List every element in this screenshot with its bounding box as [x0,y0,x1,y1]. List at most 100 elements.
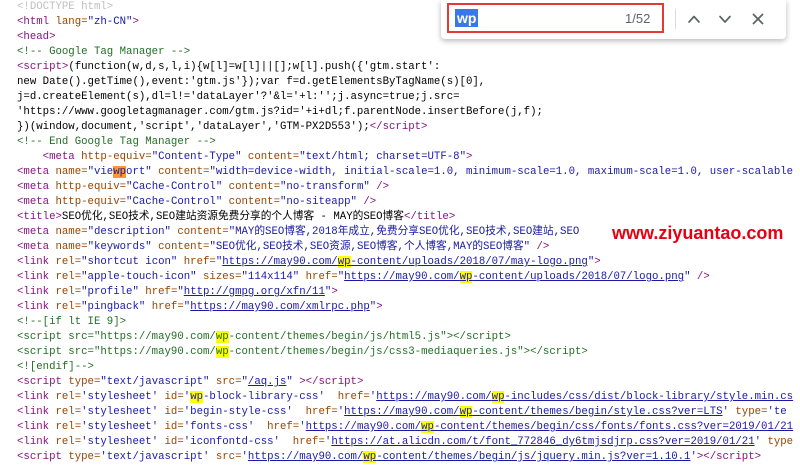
link-token[interactable]: https://may90.com/wp-includes/css/dist/b… [376,391,793,403]
find-match-count: 1/52 [625,11,651,26]
attr-value-token: 'iconfontd-css' [183,436,280,448]
attr-value-token: "viewport" [87,166,152,178]
attr-value-token: "zh-CN" [87,16,133,28]
link-token[interactable]: https://may90.com/xmlrpc.php [190,301,370,313]
text-token: })(window,document,'script','dataLayer',… [17,121,370,133]
attr-name-token: type= [68,451,101,463]
tag-token: /> [369,181,390,193]
source-line: <!--[if lt IE 9]> [17,315,800,330]
close-find-button[interactable] [745,6,771,32]
find-match: wp [337,256,351,268]
text-token: SEO优化,SEO技术,SEO建站资源免费分享的个人博客 - MAY的SEO博客 [61,211,404,223]
link-token[interactable]: https://may90.com/wp-content/themes/begi… [306,421,793,433]
find-match: wp [363,451,377,463]
tag-token: ></script> [696,451,762,463]
find-query[interactable]: wp [455,9,479,27]
source-line: })(window,document,'script','dataLayer',… [17,120,800,135]
attr-value-token: "Cache-Control" [126,196,223,208]
attr-value-token: "width=device-width, initial-scale=1.0, … [209,166,794,178]
find-match: wp [190,391,204,403]
tag-token: /> [530,241,550,253]
attr-name-token: rel= [55,391,82,403]
link-token[interactable]: https://at.alicdn.com/t/font_772846_dy6t… [331,436,754,448]
source-line: j=d.createElement(s),dl=l!='dataLayer'?'… [17,90,800,105]
tag-token: <title> [17,211,62,223]
find-separator [675,9,676,29]
link-token[interactable]: https://may90.com/wp-content/uploads/201… [222,256,588,268]
next-match-button[interactable] [712,6,738,32]
attr-name-token: src= [209,451,242,463]
tag-token: <meta [42,151,82,163]
attr-name-token: rel= [55,406,82,418]
close-icon [752,13,764,25]
attr-name-token: http-equiv= [55,196,127,208]
tag-token: > [376,301,383,313]
link-token[interactable]: https://may90.com/wp-content/themes/begi… [248,451,690,463]
attr-name-token: rel= [55,286,82,298]
attr-name-token: rel= [55,271,82,283]
source-line: <link rel='stylesheet' id='begin-style-c… [17,405,800,420]
tag-token: <head> [17,31,56,43]
attr-name-token: href= [145,301,184,313]
find-bar: wp 1/52 [441,0,786,39]
attr-name-token: rel= [55,436,82,448]
source-line: 'https://www.googletagmanager.com/gtm.js… [17,105,800,120]
source-line: <link rel='stylesheet' id='fonts-css' hr… [17,420,800,435]
link-token[interactable]: /aq.js [248,376,286,388]
attr-name-token: content= [170,226,229,238]
attr-name-token: http-equiv= [81,151,152,163]
tag-token: <meta [17,226,56,238]
attr-value-token: "text/javascript" [100,376,210,388]
tag-token: /> [356,196,377,208]
tag-token: <link [17,436,56,448]
link-token[interactable]: https://may90.com/wp-content/themes/begi… [344,406,723,418]
attr-name-token: content= [151,166,210,178]
attr-value-token: 'wp-block-library-css' [183,391,325,403]
tag-token: <html [17,16,56,28]
attr-name-token: rel= [55,301,82,313]
source-line: <script type="text/javascript" src="/aq.… [17,375,800,390]
previous-match-button[interactable] [681,6,707,32]
comment-token: <!-- Google Tag Manager --> [17,46,191,58]
source-line: <title>SEO优化,SEO技术,SEO建站资源免费分享的个人博客 - MA… [17,210,800,225]
attr-name-token: href= [292,406,338,418]
tag-token: <link [17,406,56,418]
source-line: <link rel='stylesheet' id='iconfontd-css… [17,435,800,450]
attr-name-token: id= [158,406,184,418]
attr-name-token: href= [299,271,338,283]
link-token[interactable]: https://may90.com/wp-content/uploads/201… [344,271,684,283]
source-line: <meta name="description" content="MAY的SE… [17,225,800,240]
find-match: wp [421,421,434,433]
find-match: wp [459,406,473,418]
attr-value-token: "description" [87,226,171,238]
source-line: <![endif]--> [17,360,800,375]
attr-name-token: name= [55,226,88,238]
attr-name-token: src= [209,376,242,388]
attr-name-token: href= [324,391,370,403]
tag-token: ></script> [292,376,364,388]
attr-name-token: name= [55,241,88,253]
source-line: <meta http-equiv="Cache-Control" content… [17,195,800,210]
source-line: <!-- Google Tag Manager --> [17,45,800,60]
attr-value-token: 'stylesheet' [81,421,159,433]
source-line: <meta http-equiv="Content-Type" content=… [17,150,800,165]
find-match-active: wp [113,166,127,178]
attr-value-token: "profile" [81,286,139,298]
source-line: <link rel="apple-touch-icon" sizes="114x… [17,270,800,285]
link-token[interactable]: http://gmpg.org/xfn/11 [184,286,325,298]
source-line: <meta name="keywords" content="SEO优化,SEO… [17,240,800,255]
attr-name-token: id= [158,436,184,448]
source-line: new Date().getTime(),event:'gtm.js'});va… [17,75,800,90]
source-line: <link rel="shortcut icon" href="https://… [17,255,800,270]
attr-value-token: "MAY的SEO博客,2018年成立,免费分享SEO优化,SEO技术,SEO建站… [228,226,580,238]
comment-token: <!-- End Google Tag Manager --> [17,136,216,148]
tag-token: <meta [17,181,56,193]
attr-name-token: http-equiv= [55,181,127,193]
attr-name-token: href= [254,421,300,433]
attr-name-token: content= [222,196,280,208]
find-input[interactable]: wp 1/52 [447,3,664,33]
attr-value-token: 'text/javascript' [100,451,210,463]
tag-token: <script [17,376,69,388]
text-token: (function(w,d,s,l,i){w[l]=w[l]||[];w[l].… [68,61,441,73]
